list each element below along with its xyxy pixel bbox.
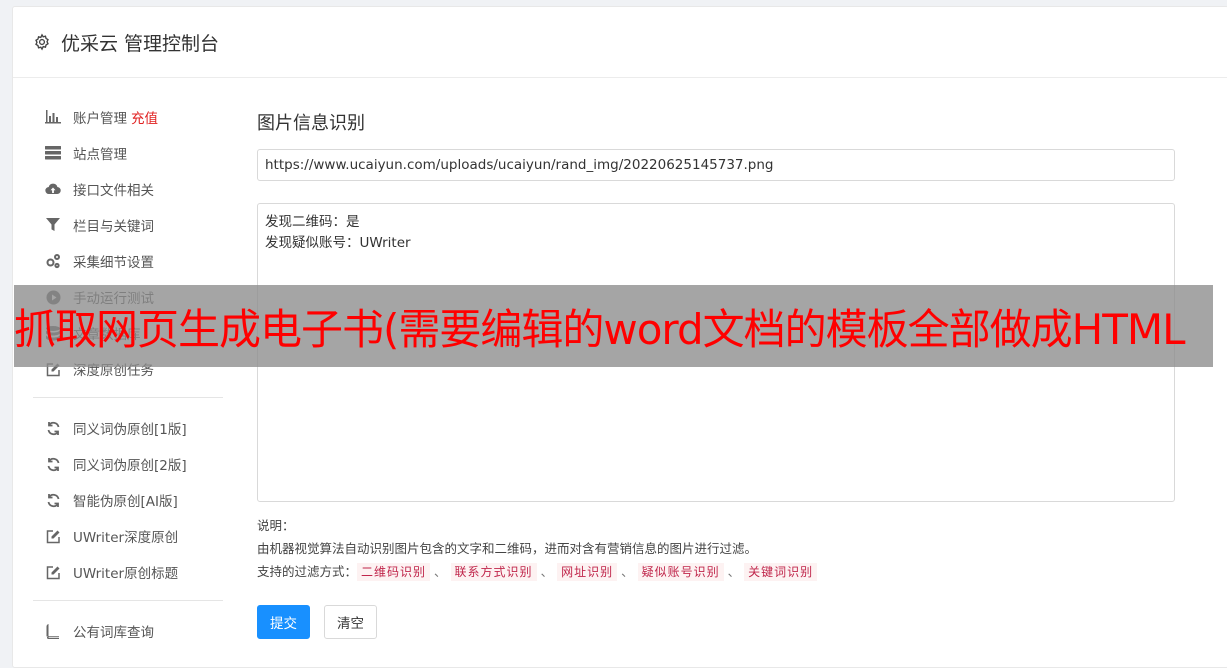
filter-tag: 联系方式识别 bbox=[450, 563, 537, 581]
result-line: 发现二维码：是 bbox=[265, 214, 360, 230]
watermark-banner: 抓取网页生成电子书(需要编辑的word文档的模板全部做成HTML bbox=[14, 285, 1213, 367]
cloud-upload-icon bbox=[45, 181, 61, 197]
filter-icon bbox=[45, 217, 61, 233]
sidebar-item-label: 栏目与关键词 bbox=[73, 219, 154, 235]
gear-icon bbox=[33, 33, 51, 51]
separator: 、 bbox=[434, 564, 447, 579]
clear-button[interactable]: 清空 bbox=[324, 605, 377, 639]
sidebar-item-label: 智能伪原创[AI版] bbox=[73, 494, 178, 510]
sidebar-item[interactable]: 账户管理 充值 bbox=[33, 99, 223, 135]
sidebar-item-label: UWriter原创标题 bbox=[73, 566, 179, 582]
book-icon bbox=[45, 623, 61, 639]
main-panel: 图片信息识别 发现二维码：是 发现疑似账号：UWriter 说明： 由机器视觉算… bbox=[257, 99, 1177, 639]
note-label: 说明： bbox=[257, 518, 295, 533]
refresh-icon bbox=[45, 492, 61, 508]
filter-tag: 网址识别 bbox=[557, 563, 618, 581]
sidebar-item[interactable]: 同义词伪原创[2版] bbox=[33, 446, 223, 482]
sidebar: 账户管理充值站点管理接口文件相关栏目与关键词采集细节设置手动运行测试文章数据库深… bbox=[33, 99, 223, 649]
bar-chart-icon bbox=[45, 109, 61, 125]
sidebar-item[interactable]: 接口文件相关 bbox=[33, 171, 223, 207]
sidebar-item[interactable]: 智能伪原创[AI版] bbox=[33, 482, 223, 518]
image-url-input[interactable] bbox=[257, 149, 1175, 181]
server-icon bbox=[45, 145, 61, 161]
sidebar-item[interactable]: 站点管理 bbox=[33, 135, 223, 171]
submit-button[interactable]: 提交 bbox=[257, 605, 310, 639]
recharge-link[interactable]: 充值 bbox=[131, 107, 158, 127]
section-title: 图片信息识别 bbox=[257, 113, 365, 134]
page-title: 优采云 管理控制台 bbox=[61, 32, 220, 55]
refresh-icon bbox=[45, 456, 61, 472]
edit-icon bbox=[45, 564, 61, 580]
note: 说明： 由机器视觉算法自动识别图片包含的文字和二维码，进而对含有营销信息的图片进… bbox=[257, 514, 1177, 583]
refresh-icon bbox=[45, 420, 61, 436]
sidebar-item-label: 账户管理 bbox=[73, 111, 127, 127]
sidebar-item-label: 同义词伪原创[2版] bbox=[73, 458, 187, 474]
sidebar-item-label: UWriter深度原创 bbox=[73, 530, 179, 546]
sidebar-item-label: 站点管理 bbox=[73, 147, 127, 163]
sidebar-item[interactable]: UWriter深度原创 bbox=[33, 518, 223, 554]
sidebar-item-label: 公有词库查询 bbox=[73, 625, 154, 641]
header: 优采云 管理控制台 bbox=[13, 7, 1227, 78]
watermark-text: 抓取网页生成电子书(需要编辑的word文档的模板全部做成HTML bbox=[14, 304, 1185, 354]
filter-label: 支持的过滤方式： bbox=[257, 564, 358, 579]
filter-tag: 二维码识别 bbox=[357, 563, 431, 581]
sidebar-item[interactable]: UWriter原创标题 bbox=[33, 554, 223, 590]
sidebar-item-label: 同义词伪原创[1版] bbox=[73, 422, 187, 438]
filter-tag: 关键词识别 bbox=[744, 563, 818, 581]
button-row: 提交 清空 bbox=[257, 605, 1177, 639]
gears-icon bbox=[45, 253, 61, 269]
sidebar-item[interactable]: 采集细节设置 bbox=[33, 243, 223, 279]
sidebar-divider bbox=[33, 397, 223, 398]
sidebar-item-label: 采集细节设置 bbox=[73, 255, 154, 271]
separator: 、 bbox=[621, 564, 634, 579]
filter-tag: 疑似账号识别 bbox=[637, 563, 724, 581]
edit-icon bbox=[45, 528, 61, 544]
sidebar-item[interactable]: 栏目与关键词 bbox=[33, 207, 223, 243]
separator: 、 bbox=[540, 564, 554, 579]
note-description: 由机器视觉算法自动识别图片包含的文字和二维码，进而对含有营销信息的图片进行过滤。 bbox=[257, 541, 758, 556]
sidebar-item[interactable]: 同义词伪原创[1版] bbox=[33, 410, 223, 446]
result-line: 发现疑似账号：UWriter bbox=[265, 235, 411, 251]
sidebar-item-label: 接口文件相关 bbox=[73, 183, 154, 199]
sidebar-item[interactable]: 公有词库查询 bbox=[33, 613, 223, 649]
separator: 、 bbox=[727, 564, 741, 579]
filter-methods: 支持的过滤方式： 二维码识别、联系方式识别、网址识别、疑似账号识别、关键词识别 bbox=[257, 560, 1177, 583]
sidebar-divider bbox=[33, 600, 223, 601]
